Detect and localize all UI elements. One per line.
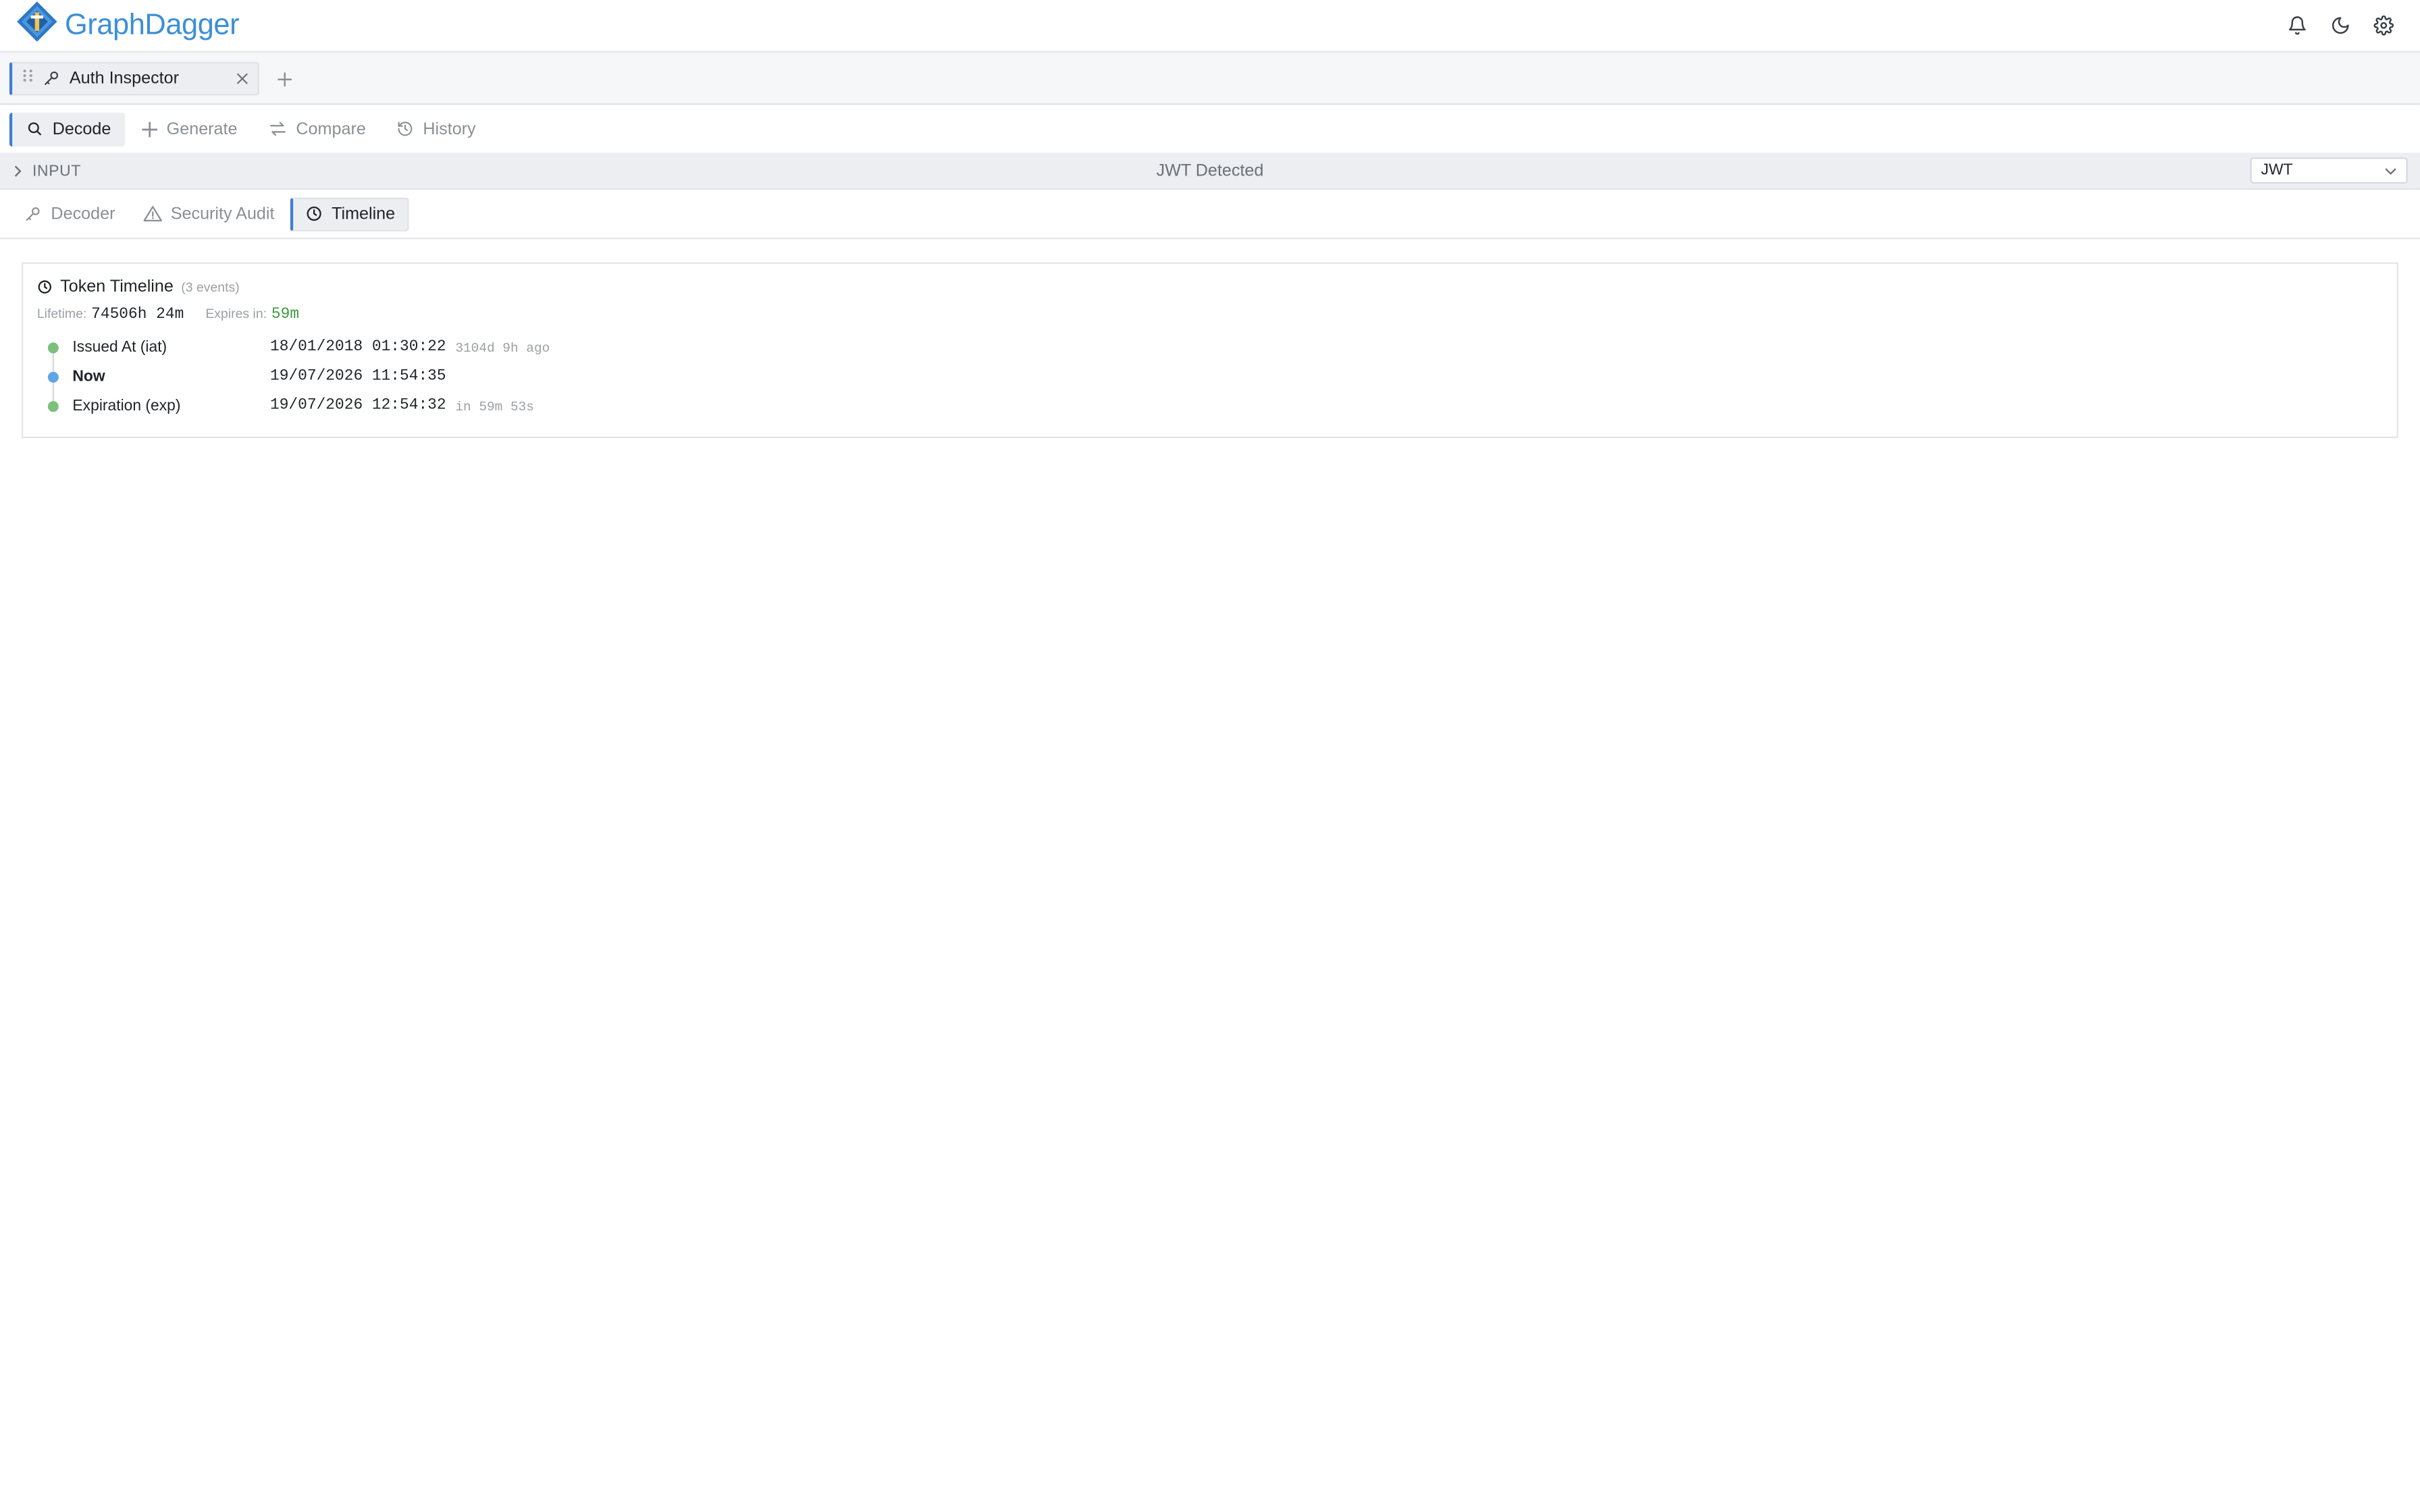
result-subtabs: Decoder Security Audit Timeline: [0, 190, 2420, 240]
event-time: 18/01/2018 01:30:22: [269, 339, 446, 356]
event-relative: 3104d 9h ago: [455, 340, 550, 356]
subtab-label: Decoder: [51, 204, 115, 223]
format-select-value: JWT: [2261, 161, 2293, 180]
event-relative: in 59m 53s: [455, 398, 534, 414]
event-time: 19/07/2026 11:54:35: [269, 369, 446, 386]
lifetime-label: Lifetime:: [36, 305, 87, 321]
swap-arrows-icon: [268, 120, 286, 137]
close-icon[interactable]: [236, 72, 248, 84]
app-root: GraphDagger Auth Inspector Decode Genera…: [0, 0, 2420, 1512]
detection-status: JWT Detected: [1156, 161, 1264, 181]
mode-label: Decode: [52, 119, 111, 138]
logo-icon: [16, 0, 59, 51]
warning-icon: [142, 205, 162, 222]
brand[interactable]: GraphDagger: [16, 0, 240, 51]
tab-timeline[interactable]: Timeline: [290, 196, 409, 231]
chevron-right-icon[interactable]: [12, 165, 23, 178]
lifetime-row: Lifetime: 74506h 24m Expires in: 59m: [37, 306, 2383, 324]
mode-label: Generate: [166, 119, 238, 138]
timeline-event-now: Now 19/07/2026 11:54:35: [37, 362, 2383, 392]
panel-title-row: Token Timeline (3 events): [37, 277, 2383, 296]
timeline-event-iat: Issued At (iat) 18/01/2018 01:30:22 3104…: [37, 333, 2383, 362]
expires-value: 59m: [271, 306, 300, 324]
add-tab-button[interactable]: [269, 65, 301, 90]
drag-handle-icon[interactable]: [22, 68, 34, 88]
event-time: 19/07/2026 12:54:32: [269, 398, 446, 415]
key-icon: [43, 70, 60, 86]
input-section-header[interactable]: INPUT JWT Detected JWT: [0, 154, 2420, 190]
plus-icon: [142, 121, 157, 137]
app-header: GraphDagger: [0, 0, 2420, 53]
format-select[interactable]: JWT: [2250, 157, 2408, 184]
input-label: INPUT: [32, 163, 81, 180]
tab-auth-inspector[interactable]: Auth Inspector: [9, 61, 259, 95]
status-dot: [47, 342, 59, 354]
document-tab-strip: Auth Inspector: [0, 52, 2420, 105]
timeline-event-exp: Expiration (exp) 19/07/2026 12:54:32 in …: [37, 392, 2383, 421]
subtab-label: Security Audit: [170, 204, 275, 223]
chevron-down-icon: [2384, 166, 2396, 176]
clock-icon: [37, 279, 53, 295]
header-actions: [2284, 13, 2404, 38]
event-name: Issued At (iat): [72, 339, 167, 356]
status-dot: [47, 401, 59, 412]
gear-icon[interactable]: [2371, 13, 2396, 38]
moon-icon[interactable]: [2327, 13, 2352, 38]
clock-icon: [305, 205, 322, 222]
mode-generate[interactable]: Generate: [128, 112, 252, 146]
panel-title: Token Timeline: [60, 277, 174, 296]
tab-label: Auth Inspector: [69, 68, 179, 88]
tab-security-audit[interactable]: Security Audit: [130, 196, 286, 230]
search-icon: [26, 120, 43, 137]
event-name: Now: [72, 369, 105, 386]
mode-toolbar: Decode Generate Compare History: [0, 105, 2420, 155]
expires-label: Expires in:: [205, 305, 267, 321]
tab-decoder[interactable]: Decoder: [12, 196, 127, 230]
mode-decode[interactable]: Decode: [9, 111, 125, 146]
mode-compare[interactable]: Compare: [255, 112, 380, 146]
timeline-events: Issued At (iat) 18/01/2018 01:30:22 3104…: [37, 333, 2383, 421]
key-icon: [25, 205, 42, 222]
history-icon: [397, 120, 414, 137]
mode-label: History: [423, 119, 476, 138]
mode-history[interactable]: History: [383, 112, 490, 146]
bell-icon[interactable]: [2284, 13, 2309, 38]
token-timeline-panel: Token Timeline (3 events) Lifetime: 7450…: [21, 262, 2398, 439]
status-dot: [47, 371, 59, 383]
event-name: Expiration (exp): [72, 398, 181, 415]
app-name: GraphDagger: [64, 8, 240, 41]
lifetime-value: 74506h 24m: [91, 306, 184, 324]
mode-label: Compare: [296, 119, 366, 138]
event-count: (3 events): [181, 279, 240, 295]
subtab-label: Timeline: [332, 204, 396, 223]
